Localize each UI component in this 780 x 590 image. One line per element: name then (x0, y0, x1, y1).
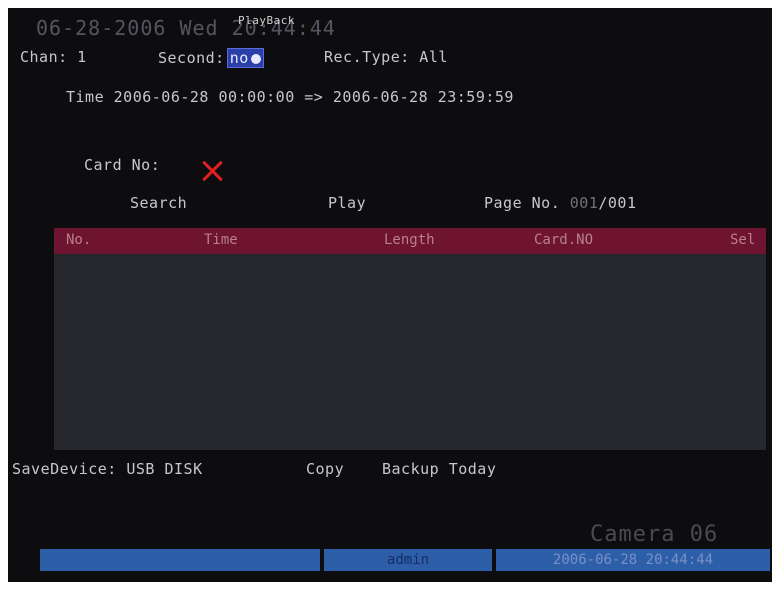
record-table: No. Time Length Card.NO Sel (54, 228, 766, 450)
rec-type-selector[interactable]: Rec.Type: All (324, 48, 448, 66)
status-user: admin (324, 549, 492, 571)
chan-selector[interactable]: Chan: 1 (20, 48, 87, 66)
window-title: PlayBack (238, 14, 295, 27)
second-field: Second: no (158, 48, 266, 68)
second-select[interactable]: no (226, 48, 264, 68)
card-no-label: Card No: (84, 156, 161, 174)
page-label: Page No. (484, 194, 561, 212)
column-time: Time (204, 232, 238, 248)
second-label: Second: (158, 49, 225, 67)
status-datetime: 2006-06-28 20:44:44 (496, 549, 770, 571)
column-card-no: Card.NO (534, 232, 594, 248)
record-table-body[interactable] (54, 254, 766, 450)
record-table-header: No. Time Length Card.NO Sel (54, 228, 766, 254)
dropdown-arrow-icon (250, 53, 261, 64)
card-no-close-icon[interactable] (201, 160, 223, 182)
play-button[interactable]: Play (328, 194, 366, 212)
status-bar: admin 2006-06-28 20:44:44 (40, 549, 770, 571)
backup-today-button[interactable]: Backup Today (382, 460, 496, 478)
playback-screen: 06-28-2006 Wed 20:44:44 PlayBack Chan: 1… (8, 8, 772, 582)
column-length: Length (384, 232, 435, 248)
page-number: Page No. 001/001 (484, 194, 637, 212)
camera-label: Camera 06 (590, 522, 719, 547)
page-current[interactable]: 001 (570, 194, 599, 212)
column-sel: Sel (730, 232, 756, 248)
page-total: /001 (598, 194, 637, 212)
search-button[interactable]: Search (130, 194, 187, 212)
copy-button[interactable]: Copy (306, 460, 344, 478)
save-device-selector[interactable]: SaveDevice: USB DISK (12, 460, 203, 478)
column-no: No. (66, 232, 92, 248)
time-range-field[interactable]: Time 2006-06-28 00:00:00 => 2006-06-28 2… (66, 88, 514, 106)
status-segment-empty (40, 549, 320, 571)
second-value: no (229, 49, 249, 67)
